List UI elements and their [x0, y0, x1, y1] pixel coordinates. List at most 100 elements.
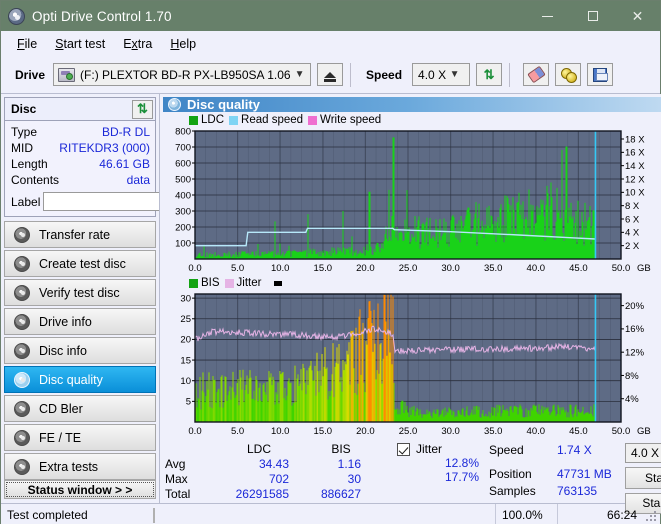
stats-avg-ldc: 34.43 [258, 457, 289, 471]
menu-file[interactable]: File [9, 34, 45, 54]
jitter-max: 17.7% [444, 470, 479, 484]
media-icon [560, 67, 577, 83]
svg-text:200: 200 [175, 222, 191, 233]
progress-percent: 100.0% [495, 503, 557, 524]
svg-text:18 X: 18 X [625, 134, 645, 145]
svg-text:20%: 20% [625, 301, 645, 312]
svg-text:5.0: 5.0 [231, 426, 244, 437]
save-button[interactable] [587, 63, 614, 86]
svg-text:500: 500 [175, 174, 191, 185]
svg-text:25.0: 25.0 [399, 426, 418, 437]
minimize-button[interactable] [525, 1, 570, 31]
disc-icon [14, 400, 30, 417]
app-window: Opti Drive Control 1.70 ✕ File Start tes… [0, 0, 661, 524]
disc-row-value: data [126, 173, 150, 187]
top-chart[interactable]: 100 200 300 400 500 600 700 800 2 X 4 X 6 X 8 X 10 X… [163, 127, 661, 275]
sidebar-item-label: CD Bler [39, 401, 83, 416]
disc-label-row: Label [11, 191, 247, 212]
sidebar-item-verify-test-disc[interactable]: Verify test disc [4, 279, 156, 306]
disc-refresh-button[interactable]: ⇅ [132, 99, 153, 119]
jitter-checkbox[interactable] [397, 442, 410, 456]
sidebar-item-create-test-disc[interactable]: Create test disc [4, 250, 156, 277]
disc-row-length: Length 46.61 GB [11, 156, 150, 172]
drive-select[interactable]: (F:) PLEXTOR BD-R PX-LB950SA 1.06 ▼ [53, 63, 312, 86]
legend-swatch [224, 278, 234, 288]
samples-value: 763135 [557, 484, 598, 498]
svg-text:50.0: 50.0 [612, 263, 631, 274]
svg-text:12%: 12% [625, 347, 645, 358]
jitter-toggle[interactable]: Jitter [397, 442, 485, 456]
disc-icon [14, 429, 30, 446]
svg-text:50.0: 50.0 [612, 426, 631, 437]
erase-button[interactable] [523, 63, 550, 86]
media-button[interactable] [555, 63, 582, 86]
stats-corner [165, 442, 213, 456]
svg-text:10.0: 10.0 [271, 263, 290, 274]
svg-text:5.0: 5.0 [231, 263, 244, 274]
speed-select[interactable]: 4.0 X ▼ [412, 63, 471, 86]
chevron-down-icon: ▼ [294, 69, 305, 80]
app-icon [8, 7, 25, 25]
svg-text:25: 25 [180, 314, 191, 325]
resize-grip[interactable] [643, 508, 657, 522]
legend-label: Jitter [236, 277, 262, 289]
stats-total-bis: 886627 [320, 487, 361, 501]
maximize-button[interactable] [570, 1, 615, 31]
disc-icon [14, 255, 30, 272]
svg-text:8 X: 8 X [625, 201, 640, 212]
refresh-icon: ⇅ [137, 101, 148, 116]
sidebar-item-label: Create test disc [39, 256, 126, 271]
speed-value: 1.74 X [557, 443, 592, 457]
sidebar-item-disc-info[interactable]: Disc info [4, 337, 156, 364]
sidebar-item-transfer-rate[interactable]: Transfer rate [4, 221, 156, 248]
start-full-button[interactable]: Start full [625, 467, 661, 489]
sidebar-item-extra-tests[interactable]: Extra tests [4, 453, 156, 480]
menu-help[interactable]: Help [162, 34, 204, 54]
menu-start-test[interactable]: Start test [47, 34, 113, 54]
eject-button[interactable] [317, 63, 344, 86]
stats-row-label-max: Max [165, 472, 188, 486]
toolbar-separator-1 [350, 62, 352, 87]
disc-row-contents: Contents data [11, 172, 150, 188]
toolbar: Drive (F:) PLEXTOR BD-R PX-LB950SA 1.06 … [1, 56, 660, 94]
stats-col-bis: BIS [331, 442, 351, 456]
sidebar-item-label: Transfer rate [39, 227, 111, 242]
legend-item-bis: BIS [189, 277, 220, 289]
sidebar-item-cd-bler[interactable]: CD Bler [4, 395, 156, 422]
sidebar-item-disc-quality[interactable]: Disc quality [4, 366, 156, 393]
legend-swatch [189, 115, 198, 125]
maximize-icon [587, 11, 598, 21]
main-body: Disc ⇅ Type BD-R DL MID RITEKDR3 (000) L… [1, 94, 661, 515]
svg-text:8%: 8% [625, 371, 639, 382]
bottom-chart-svg: 5 10 15 20 25 30 4% 8% 12% 16% 20% 0.0 5.0 10.0 15.0 20… [180, 293, 651, 437]
svg-text:0.0: 0.0 [188, 426, 201, 437]
legend-swatch [308, 115, 318, 125]
svg-text:15.0: 15.0 [314, 263, 333, 274]
legend-item-ldc: LDC [189, 114, 224, 126]
status-window-button[interactable]: Status window > > [4, 480, 156, 499]
svg-text:35.0: 35.0 [484, 426, 503, 437]
disc-row-mid: MID RITEKDR3 (000) [11, 140, 150, 156]
speed-caption: Speed [489, 443, 524, 457]
refresh-button[interactable]: ⇅ [476, 63, 503, 86]
test-speed-select[interactable]: 4.0 X ▼ [625, 443, 661, 464]
sidebar-item-fe-te[interactable]: FE / TE [4, 424, 156, 451]
disc-rows: Type BD-R DL MID RITEKDR3 (000) Length 4… [5, 121, 247, 216]
close-button[interactable]: ✕ [615, 1, 660, 31]
legend-swatch [189, 278, 198, 288]
legend-item-write-speed: Write speed [308, 114, 381, 126]
stats-max-ldc: 702 [268, 472, 289, 486]
elapsed-time: 66:24 [557, 503, 643, 524]
sidebar-item-drive-info[interactable]: Drive info [4, 308, 156, 335]
menu-extra[interactable]: Extra [115, 34, 160, 54]
disc-info-box: Disc ⇅ Type BD-R DL MID RITEKDR3 (000) L… [4, 97, 247, 217]
svg-text:40.0: 40.0 [527, 426, 546, 437]
disc-row-value: 46.61 GB [99, 157, 150, 171]
sidebar-item-label: Disc quality [39, 372, 103, 387]
disc-icon [14, 313, 30, 330]
bottom-chart[interactable]: 5 10 15 20 25 30 4% 8% 12% 16% 20% 0.0 5.0 10.0 15.0 20… [163, 290, 661, 438]
minimize-icon [542, 15, 553, 17]
legend-swatch [229, 115, 239, 125]
sidebar-item-label: Verify test disc [39, 285, 120, 300]
stats-max-bis: 30 [347, 472, 361, 486]
